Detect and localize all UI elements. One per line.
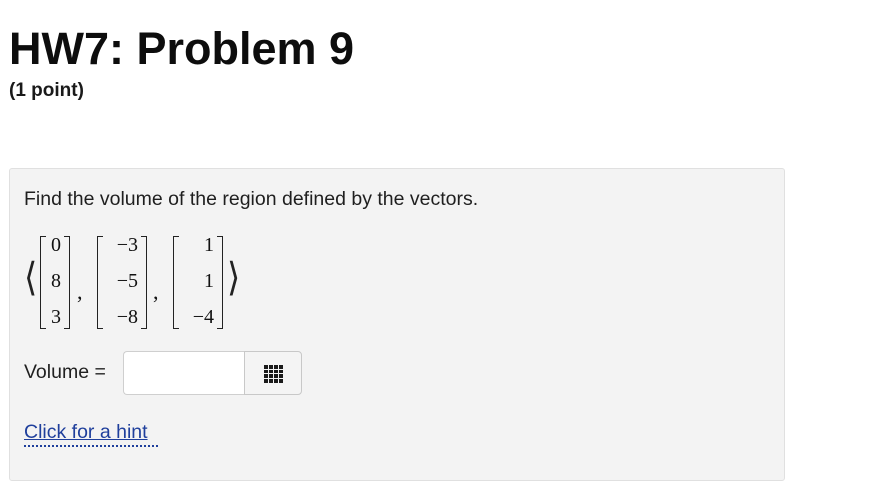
open-angle-bracket: ⟨: [24, 257, 38, 300]
vector-1-left-bracket: [40, 236, 46, 329]
vector-set: ⟨ 0 8 3 , −3 −5 −8 , 1 1 −4 ⟩: [24, 233, 264, 333]
point-value: (1 point): [9, 80, 84, 101]
vector-2-entry-1: −3: [116, 234, 138, 256]
vector-3-entry-1: 1: [204, 234, 214, 256]
math-palette-button[interactable]: [244, 351, 302, 395]
hint-underline: [24, 445, 158, 447]
vector-3-right-bracket: [217, 236, 223, 329]
volume-label: Volume =: [24, 361, 106, 383]
vector-1-entry-2: 8: [51, 270, 61, 292]
problem-panel: Find the volume of the region defined by…: [9, 168, 785, 481]
page-title: HW7: Problem 9: [9, 23, 355, 74]
vector-2-entry-2: −5: [116, 270, 138, 292]
vector-3-entry-2: 1: [204, 270, 214, 292]
vector-2-entry-3: −8: [116, 306, 138, 328]
vector-1-entry-1: 0: [51, 234, 61, 256]
problem-prompt: Find the volume of the region defined by…: [24, 188, 479, 210]
vector-2-left-bracket: [97, 236, 103, 329]
vector-3-entry-3: −4: [192, 306, 214, 328]
vector-1: 0 8 3: [40, 234, 70, 329]
vector-2: −3 −5 −8: [97, 234, 147, 329]
hint-link[interactable]: Click for a hint: [24, 421, 148, 443]
vector-3-left-bracket: [173, 236, 179, 329]
grid-icon: [264, 365, 283, 383]
volume-input[interactable]: [123, 351, 245, 395]
vector-2-right-bracket: [141, 236, 147, 329]
vector-separator: ,: [153, 279, 159, 304]
vector-3: 1 1 −4: [173, 234, 223, 329]
vector-1-right-bracket: [64, 236, 70, 329]
vector-separator: ,: [77, 279, 83, 304]
vector-1-entry-3: 3: [51, 306, 61, 328]
close-angle-bracket: ⟩: [227, 257, 241, 300]
